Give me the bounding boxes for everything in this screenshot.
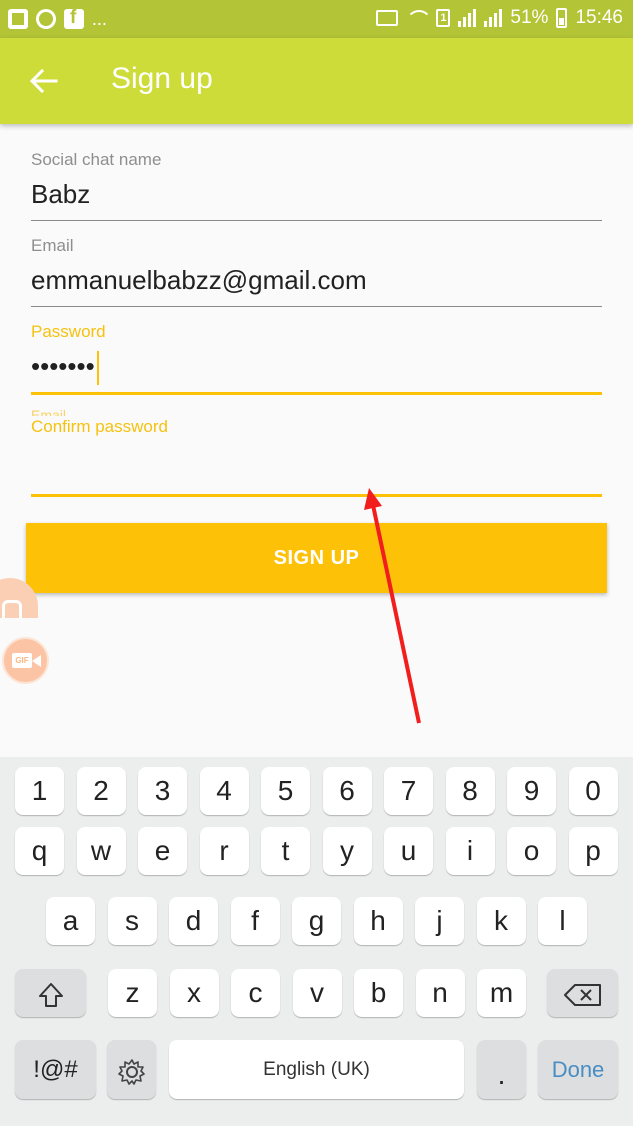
letter-row3-key-5[interactable]: b xyxy=(354,969,403,1017)
email-field[interactable]: Email emmanuelbabzz@gmail.com xyxy=(31,236,602,307)
whatsapp-icon xyxy=(36,8,56,29)
sim-slot-icon: 1 xyxy=(436,9,451,27)
number-key-4[interactable]: 4 xyxy=(199,767,249,815)
flipboard-icon xyxy=(8,8,28,29)
letter-row2-key-4[interactable]: f xyxy=(230,897,280,945)
gif-icon: GIF xyxy=(12,653,32,668)
video-camera-icon xyxy=(32,655,41,667)
letter-row1-key-1[interactable]: q xyxy=(15,827,64,875)
more-notifications-indicator: ... xyxy=(92,7,108,30)
letter-row1-key-7[interactable]: u xyxy=(384,827,433,875)
number-key-2[interactable]: 2 xyxy=(76,767,126,815)
letter-row1-key-4[interactable]: r xyxy=(199,827,249,875)
text-cursor xyxy=(96,351,99,386)
letter-row1-key-9[interactable]: o xyxy=(507,827,556,875)
letter-row1-key-5[interactable]: t xyxy=(261,827,310,875)
battery-icon xyxy=(556,8,568,28)
page-title: Sign up xyxy=(111,62,213,95)
chat-name-field[interactable]: Social chat name Babz xyxy=(31,150,602,221)
sign-up-button[interactable]: SIGN UP xyxy=(26,523,607,593)
letter-row3-key-3[interactable]: c xyxy=(231,969,280,1017)
letter-row2-key-7[interactable]: j xyxy=(415,897,464,945)
password-label: Password xyxy=(31,322,106,341)
cast-icon xyxy=(376,10,399,26)
shift-icon xyxy=(38,982,63,1007)
letter-row1-key-2[interactable]: w xyxy=(76,827,126,875)
letter-row2-key-8[interactable]: k xyxy=(476,897,526,945)
status-bar: ... 1 51% 15:46 xyxy=(0,0,633,38)
number-key-8[interactable]: 8 xyxy=(445,767,495,815)
number-key-5[interactable]: 5 xyxy=(261,767,310,815)
chat-name-label: Social chat name xyxy=(31,150,162,169)
ghost-label: Email xyxy=(31,407,67,416)
letter-row2-key-9[interactable]: l xyxy=(538,897,587,945)
soft-keyboard: 1234567890 qwertyuiop asdfghjkl zxcvbnm … xyxy=(0,757,633,1126)
facebook-icon xyxy=(64,7,84,29)
letter-row2-key-6[interactable]: h xyxy=(353,897,403,945)
signal-icon xyxy=(458,9,477,27)
confirm-password-input[interactable] xyxy=(31,441,602,481)
confirm-password-field[interactable]: Confirm password xyxy=(31,417,602,497)
number-key-9[interactable]: 9 xyxy=(507,767,556,815)
letter-row3-key-2[interactable]: x xyxy=(169,969,219,1017)
letter-row2-key-3[interactable]: d xyxy=(169,897,218,945)
number-key-7[interactable]: 7 xyxy=(384,767,433,815)
confirm-password-label: Confirm password xyxy=(31,417,168,436)
email-input[interactable]: emmanuelbabzz@gmail.com xyxy=(31,260,602,300)
letter-row1-key-8[interactable]: i xyxy=(445,827,495,875)
backspace-key[interactable] xyxy=(547,969,618,1017)
space-key[interactable]: English (UK) xyxy=(169,1040,464,1099)
letter-row3-key-7[interactable]: m xyxy=(477,969,526,1017)
gear-icon xyxy=(117,1058,145,1085)
letter-row1-key-10[interactable]: p xyxy=(568,827,618,875)
done-key[interactable]: Done xyxy=(538,1040,618,1099)
password-field[interactable]: Password ••••••• xyxy=(31,322,602,395)
clock: 15:46 xyxy=(575,7,623,28)
password-mask: ••••••• xyxy=(31,351,95,381)
shift-key[interactable] xyxy=(15,969,86,1017)
chat-name-input[interactable]: Babz xyxy=(31,174,602,214)
battery-percent: 51% xyxy=(510,7,549,28)
chat-name-underline xyxy=(31,220,602,221)
password-underline xyxy=(31,392,602,395)
email-underline xyxy=(31,306,602,307)
wifi-icon xyxy=(406,10,433,26)
password-input[interactable]: ••••••• xyxy=(31,346,602,386)
email-label: Email xyxy=(31,236,74,255)
letter-row2-key-1[interactable]: a xyxy=(46,897,95,945)
letter-row3-key-6[interactable]: n xyxy=(415,969,465,1017)
number-key-3[interactable]: 3 xyxy=(138,767,187,815)
backspace-icon xyxy=(563,983,601,1006)
letter-row3-key-1[interactable]: z xyxy=(108,969,157,1017)
letter-row1-key-6[interactable]: y xyxy=(322,827,372,875)
gif-camera-bubble[interactable]: GIF xyxy=(2,637,49,684)
number-key-1[interactable]: 1 xyxy=(15,767,64,815)
back-arrow-icon[interactable] xyxy=(26,63,62,99)
number-key-6[interactable]: 6 xyxy=(322,767,372,815)
app-bar: Sign up xyxy=(0,38,633,124)
signal-icon-2 xyxy=(484,9,503,27)
letter-row2-key-2[interactable]: s xyxy=(107,897,157,945)
symbols-key[interactable]: !@# xyxy=(15,1040,96,1099)
notification-icons: ... xyxy=(8,7,107,30)
letter-row1-key-3[interactable]: e xyxy=(138,827,187,875)
confirm-password-underline xyxy=(31,494,602,497)
letter-row3-key-4[interactable]: v xyxy=(292,969,342,1017)
number-key-10[interactable]: 0 xyxy=(568,767,618,815)
period-key[interactable]: . xyxy=(477,1040,526,1099)
system-icons: 1 51% 15:46 xyxy=(376,7,623,29)
letter-row2-key-5[interactable]: g xyxy=(292,897,341,945)
settings-key[interactable] xyxy=(107,1040,156,1099)
